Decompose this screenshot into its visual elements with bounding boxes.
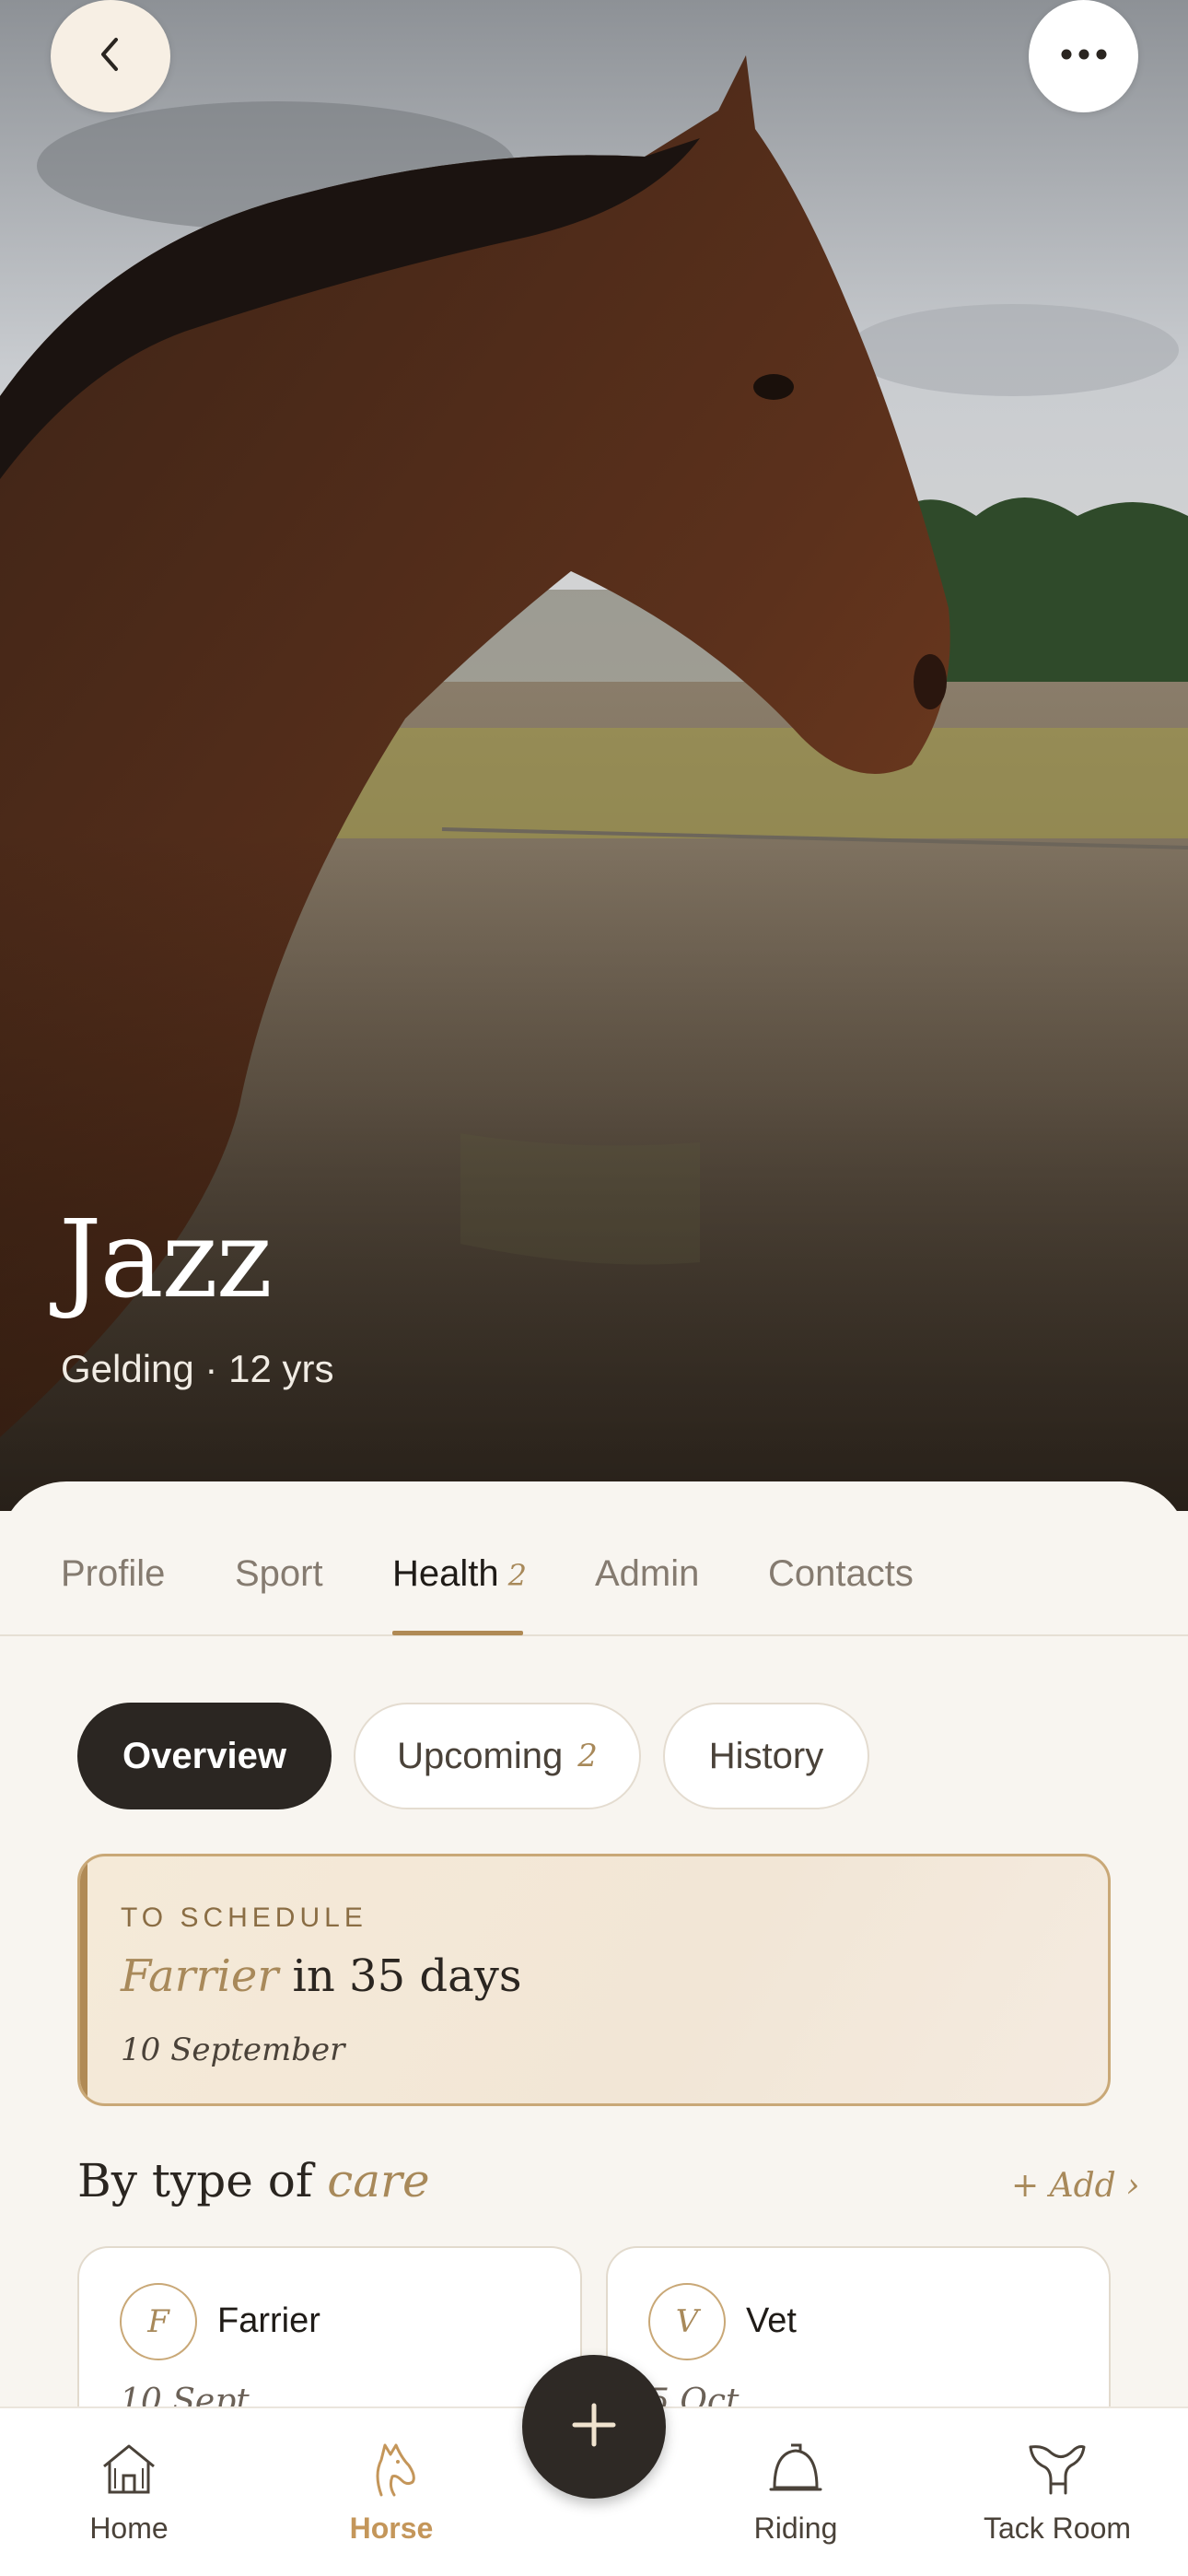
tab-health[interactable]: Health 2	[392, 1553, 527, 1595]
horse-head-icon	[357, 2436, 425, 2500]
segment-label: Upcoming	[397, 1735, 564, 1776]
tab-label: Sport	[235, 1553, 323, 1594]
back-button[interactable]	[51, 0, 170, 112]
segment-overview[interactable]: Overview	[77, 1703, 332, 1809]
tab-sport[interactable]: Sport	[235, 1553, 323, 1595]
schedule-label: TO SCHEDULE	[121, 1903, 367, 1933]
nav-label: Home	[89, 2512, 169, 2545]
tab-admin[interactable]: Admin	[595, 1553, 699, 1595]
segment-history[interactable]: History	[663, 1703, 869, 1809]
hero-header: Jazz Gelding · 12 yrs	[0, 0, 1188, 1511]
segment-label: Overview	[122, 1735, 286, 1776]
care-name: Vet	[746, 2301, 797, 2340]
tab-contacts[interactable]: Contacts	[768, 1553, 914, 1595]
schedule-title: Farrier in 35 days	[121, 1950, 521, 2002]
more-horizontal-icon	[1060, 48, 1108, 65]
care-name: Farrier	[217, 2301, 320, 2340]
tab-count-badge: 2	[507, 1558, 527, 1593]
nav-item-home[interactable]: Home	[37, 2436, 221, 2565]
saddle-icon	[1023, 2436, 1091, 2500]
home-icon	[95, 2436, 163, 2500]
riding-helmet-icon	[762, 2436, 830, 2500]
more-options-button[interactable]	[1029, 0, 1138, 112]
card-accent-bar	[80, 1856, 87, 2103]
add-fab-button[interactable]	[522, 2355, 666, 2499]
to-schedule-card[interactable]: TO SCHEDULE Farrier in 35 days 10 Septem…	[77, 1854, 1111, 2106]
nav-item-horse[interactable]: Horse	[299, 2436, 483, 2565]
active-tab-indicator	[392, 1631, 523, 1635]
schedule-care-type: Farrier	[121, 1950, 279, 2002]
segment-upcoming[interactable]: Upcoming 2	[354, 1703, 641, 1809]
tab-label: Contacts	[768, 1553, 914, 1594]
care-initial-badge: V	[648, 2283, 726, 2360]
tab-label: Health	[392, 1553, 499, 1594]
segment-count-badge: 2	[577, 1738, 598, 1774]
chevron-left-icon	[94, 34, 127, 79]
nav-label: Tack Room	[983, 2512, 1132, 2545]
tab-label: Admin	[595, 1553, 700, 1594]
nav-label: Riding	[753, 2512, 838, 2545]
schedule-due-text: in 35 days	[292, 1950, 522, 2002]
section-title: By type of care	[77, 2154, 430, 2207]
nav-item-riding[interactable]: Riding	[704, 2436, 888, 2565]
nav-label: Horse	[349, 2512, 434, 2545]
tab-label: Profile	[61, 1553, 166, 1594]
section-title-main: By type of	[77, 2154, 313, 2207]
tab-profile[interactable]: Profile	[61, 1553, 165, 1595]
schedule-date: 10 September	[121, 2032, 345, 2068]
plus-icon	[569, 2400, 619, 2454]
add-care-link[interactable]: + Add ›	[1011, 2167, 1140, 2205]
care-initial-badge: F	[120, 2283, 197, 2360]
horse-name: Jazz	[59, 1198, 273, 1322]
horse-subtitle: Gelding · 12 yrs	[61, 1347, 334, 1390]
tab-bar: Profile Sport Health 2 Admin Contacts	[0, 1520, 1188, 1636]
segment-label: History	[708, 1735, 824, 1776]
nav-item-tack-room[interactable]: Tack Room	[965, 2436, 1149, 2565]
section-title-emphasis: care	[327, 2154, 430, 2207]
